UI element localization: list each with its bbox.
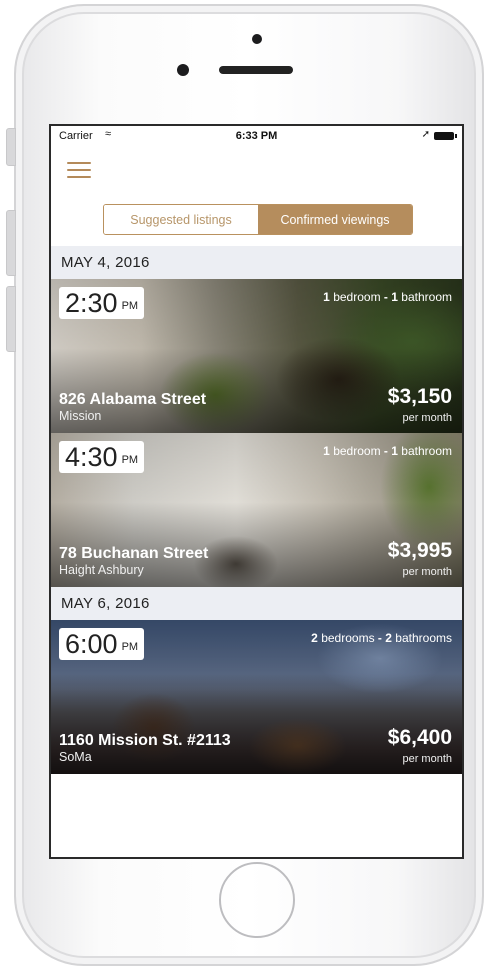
bath-label: bathrooms: [395, 631, 452, 645]
viewing-time-badge: 6:00 PM: [59, 628, 145, 660]
room-separator: -: [377, 631, 382, 645]
viewing-time: 4:30: [65, 442, 118, 472]
viewing-time-badge: 2:30 PM: [59, 287, 145, 319]
room-info: 2 bedrooms - 2 bathrooms: [311, 631, 452, 645]
date-header: MAY 6, 2016: [51, 587, 462, 620]
hamburger-menu-icon[interactable]: [67, 162, 91, 180]
volume-down-button: [6, 286, 16, 352]
listing-card[interactable]: 2:30 PM 1 bedroom - 1 bathroom 826 Alaba…: [51, 279, 462, 433]
bed-label: bedrooms: [321, 631, 375, 645]
location-arrow-icon: ➚: [421, 129, 430, 140]
front-camera: [177, 64, 189, 76]
listing-price: $3,150: [387, 385, 452, 408]
bath-count: 2: [385, 631, 392, 645]
price-period: per month: [402, 753, 452, 765]
listing-tabs: Suggested listings Confirmed viewings: [103, 204, 413, 235]
bath-label: bathroom: [401, 290, 452, 304]
listing-neighborhood: Haight Ashbury: [59, 563, 144, 577]
room-separator: -: [383, 290, 388, 304]
bed-label: bedroom: [333, 444, 381, 458]
room-info: 1 bedroom - 1 bathroom: [323, 290, 452, 304]
tab-confirmed-viewings[interactable]: Confirmed viewings: [258, 205, 412, 234]
bed-count: 1: [323, 444, 330, 458]
listing-address: 1160 Mission St. #2113: [59, 732, 231, 749]
viewing-ampm: PM: [121, 641, 139, 653]
bath-count: 1: [391, 290, 398, 304]
viewing-time-badge: 4:30 PM: [59, 441, 145, 473]
home-button[interactable]: [219, 862, 295, 938]
volume-up-button: [6, 210, 16, 276]
listing-price: $3,995: [387, 539, 452, 562]
room-info: 1 bedroom - 1 bathroom: [323, 444, 452, 458]
bath-label: bathroom: [401, 444, 452, 458]
price-period: per month: [402, 566, 452, 578]
listing-address: 826 Alabama Street: [59, 391, 207, 408]
status-bar: Carrier ≈ 6:33 PM ➚: [51, 126, 462, 146]
listing-address: 78 Buchanan Street: [59, 545, 209, 562]
bed-count: 2: [311, 631, 318, 645]
listing-neighborhood: Mission: [59, 409, 102, 423]
viewing-ampm: PM: [121, 454, 139, 466]
tab-suggested-listings[interactable]: Suggested listings: [104, 205, 258, 234]
earpiece-speaker: [219, 66, 293, 74]
listing-card[interactable]: 6:00 PM 2 bedrooms - 2 bathrooms 1160 Mi…: [51, 620, 462, 774]
price-period: per month: [402, 412, 452, 424]
bed-label: bedroom: [333, 290, 381, 304]
listing-card[interactable]: 4:30 PM 1 bedroom - 1 bathroom 78 Buchan…: [51, 433, 462, 587]
app-screen: Carrier ≈ 6:33 PM ➚ Suggested listings C…: [49, 124, 464, 859]
status-time: 6:33 PM: [235, 130, 278, 142]
viewing-time: 6:00: [65, 629, 118, 659]
date-header: MAY 4, 2016: [51, 246, 462, 279]
listing-neighborhood: SoMa: [59, 750, 92, 764]
proximity-sensor: [252, 34, 262, 44]
room-separator: -: [383, 444, 388, 458]
viewing-ampm: PM: [121, 300, 139, 312]
mute-switch: [6, 128, 16, 166]
bath-count: 1: [391, 444, 398, 458]
bed-count: 1: [323, 290, 330, 304]
viewing-time: 2:30: [65, 288, 118, 318]
battery-icon: [434, 132, 457, 140]
listing-price: $6,400: [387, 726, 452, 749]
